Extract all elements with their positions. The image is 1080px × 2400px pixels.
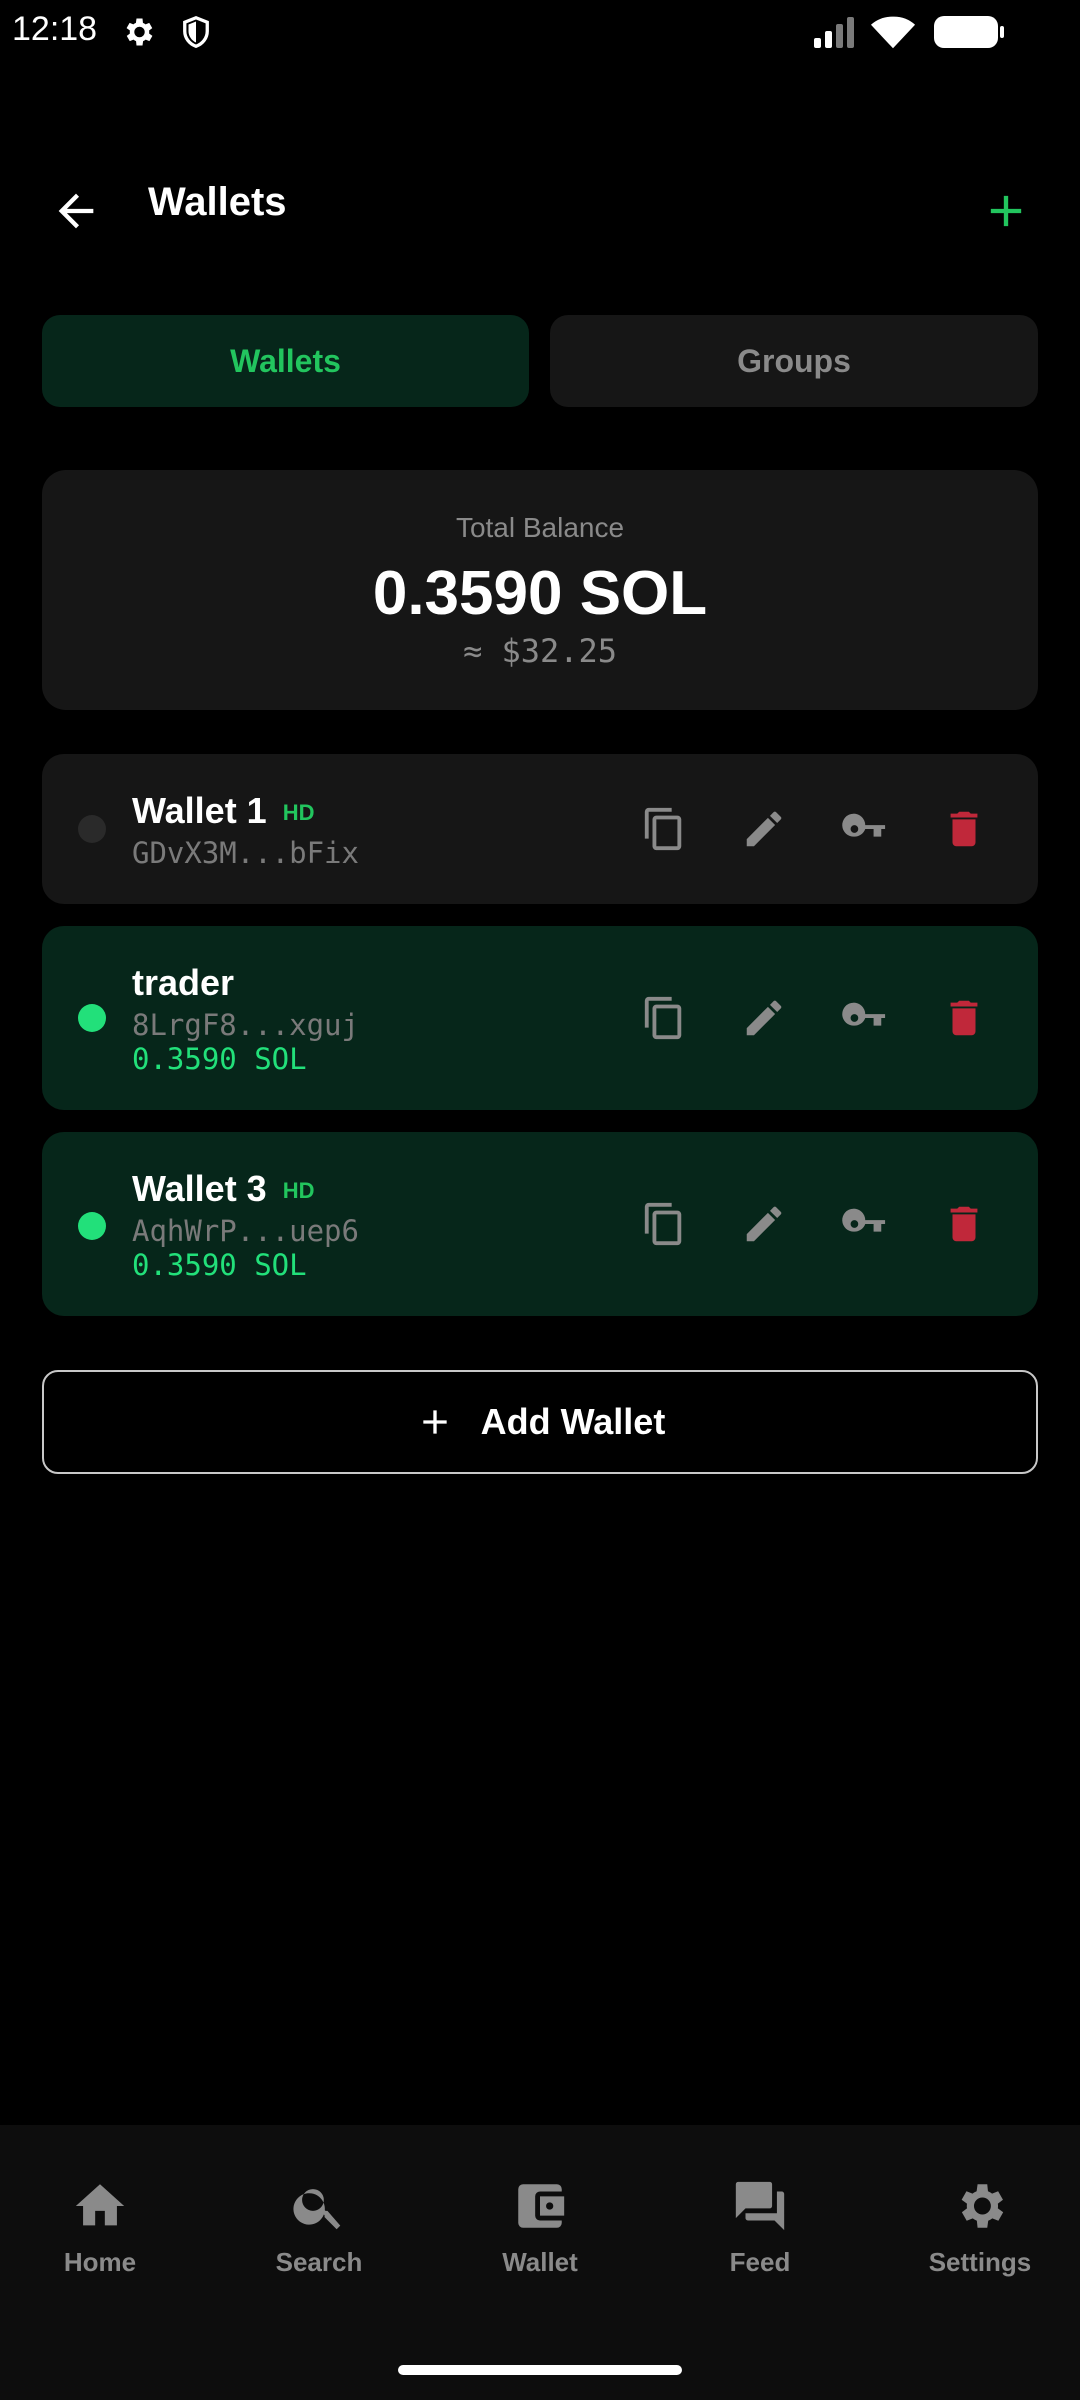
key-icon[interactable] [841, 806, 887, 852]
wallet-name: Wallet 3 HD [132, 1168, 315, 1209]
wallet-name: trader [132, 962, 235, 1003]
tab-groups[interactable]: Groups [550, 315, 1038, 407]
wallet-card[interactable]: Wallet 1 HD GDvX3M...bFix [42, 754, 1038, 904]
edit-icon[interactable] [741, 1201, 787, 1247]
add-wallet-button[interactable]: Add Wallet [42, 1370, 1038, 1474]
plus-icon [422, 1410, 447, 1434]
wallet-name: Wallet 1 HD [132, 790, 315, 831]
wallet-balance: 0.3590 SOL [132, 1042, 307, 1076]
key-icon[interactable] [841, 1201, 887, 1247]
hd-badge: HD [282, 800, 315, 826]
nav-wallet-label: Wallet [502, 2247, 578, 2277]
tab-wallets[interactable]: Wallets [42, 315, 529, 407]
signal-icon [814, 17, 854, 48]
edit-icon[interactable] [741, 806, 787, 852]
copy-icon[interactable] [641, 806, 687, 852]
nav-wallet[interactable]: Wallet [440, 2177, 640, 2278]
nav-settings[interactable]: Settings [880, 2177, 1080, 2278]
battery-icon [934, 16, 1004, 48]
add-wallet-label: Add Wallet [480, 1401, 666, 1442]
wallet-card[interactable]: trader 8LrgF8...xguj 0.3590 SOL [42, 926, 1038, 1110]
status-time: 12:18 [12, 10, 98, 48]
nav-settings-label: Settings [928, 2247, 1032, 2277]
wallet-status-dot [78, 815, 106, 843]
total-balance-card: Total Balance 0.3590 SOL ≈ $32.25 [42, 470, 1038, 710]
gear-icon [961, 2184, 1004, 2228]
wallet-icon [518, 2184, 565, 2228]
wallet-card[interactable]: Wallet 3 HD AqhWrP...uep6 0.3590 SOL [42, 1132, 1038, 1316]
nav-search-label: Search [275, 2247, 363, 2277]
key-icon[interactable] [841, 995, 887, 1041]
wallet-address: AqhWrP...uep6 [132, 1214, 359, 1248]
nav-search[interactable]: Search [219, 2177, 419, 2278]
nav-home-label: Home [63, 2247, 137, 2277]
bottom-navigation: Home Search Wallet Feed Settings [0, 2125, 1080, 2400]
delete-icon[interactable] [941, 806, 987, 852]
total-balance-label: Total Balance [455, 512, 625, 543]
back-button[interactable] [50, 185, 102, 237]
wallet-balance: 0.3590 SOL [132, 1248, 307, 1282]
nav-feed[interactable]: Feed [660, 2177, 860, 2278]
shield-status-icon [183, 15, 209, 48]
page-title: Wallets [148, 180, 287, 224]
settings-status-icon [126, 18, 153, 46]
home-icon [75, 2184, 125, 2226]
wifi-icon [870, 16, 916, 49]
nav-home[interactable]: Home [0, 2177, 200, 2278]
search-icon [293, 2189, 341, 2230]
wallet-status-dot [78, 1212, 106, 1240]
add-wallet-header-button[interactable] [980, 185, 1032, 237]
delete-icon[interactable] [941, 995, 987, 1041]
delete-icon[interactable] [941, 1201, 987, 1247]
home-indicator[interactable] [398, 2365, 682, 2375]
wallet-address: 8LrgF8...xguj [132, 1008, 359, 1042]
nav-feed-label: Feed [729, 2247, 791, 2277]
total-balance-fiat: ≈ $32.25 [462, 632, 618, 670]
total-balance-amount: 0.3590 SOL [372, 559, 708, 628]
copy-icon[interactable] [641, 1201, 687, 1247]
wallet-status-dot [78, 1004, 106, 1032]
wallet-address: GDvX3M...bFix [132, 836, 359, 870]
hd-badge: HD [282, 1178, 315, 1204]
edit-icon[interactable] [741, 995, 787, 1041]
copy-icon[interactable] [641, 995, 687, 1041]
chat-icon [735, 2181, 785, 2231]
